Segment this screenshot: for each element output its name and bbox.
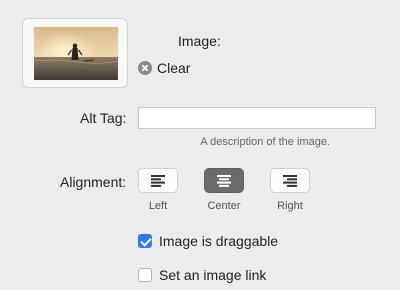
draggable-checkbox[interactable] (138, 234, 152, 248)
image-well[interactable] (22, 18, 128, 88)
alt-tag-input[interactable] (138, 107, 376, 129)
align-left-button[interactable] (138, 168, 178, 193)
alignment-label: Alignment: (60, 174, 127, 190)
align-right-caption: Right (277, 200, 303, 212)
align-center-caption: Center (207, 200, 241, 212)
align-center-icon (217, 174, 231, 187)
clear-label: Clear (157, 60, 191, 76)
align-left-caption: Left (148, 200, 168, 212)
image-thumbnail (34, 27, 118, 80)
draggable-label: Image is draggable (159, 233, 279, 249)
align-left-icon (151, 174, 165, 187)
align-right-button[interactable] (270, 168, 310, 193)
align-right-icon (283, 174, 297, 187)
align-center-button[interactable] (204, 168, 244, 193)
alt-tag-help-text: A description of the image. (200, 136, 330, 148)
image-link-label: Set an image link (159, 267, 267, 283)
clear-circle-x-icon (138, 61, 152, 75)
image-link-option[interactable]: Set an image link (138, 267, 266, 283)
image-link-checkbox[interactable] (138, 268, 152, 282)
image-label: Image: (178, 33, 221, 49)
alt-tag-label: Alt Tag: (80, 110, 127, 126)
draggable-option[interactable]: Image is draggable (138, 233, 278, 249)
clear-button[interactable]: Clear (138, 59, 190, 77)
